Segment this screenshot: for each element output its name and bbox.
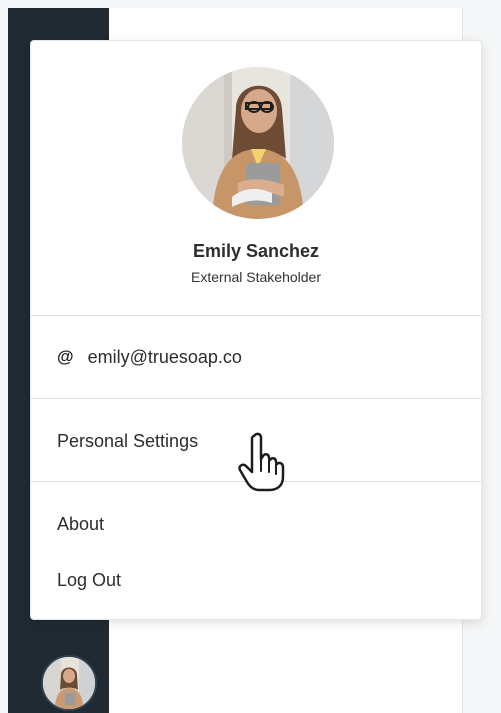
email-row: @ emily@truesoap.co — [31, 333, 481, 381]
user-name: Emily Sanchez — [192, 241, 320, 261]
logout-menu-item[interactable]: Log Out — [31, 556, 481, 604]
about-label: About — [57, 513, 105, 534]
profile-header: Emily Sanchez External Stakeholder — [31, 41, 481, 316]
profile-avatar — [182, 67, 334, 219]
about-menu-item[interactable]: About — [31, 500, 481, 548]
user-email: emily@truesoap.co — [87, 346, 242, 367]
user-role: External Stakeholder — [191, 269, 321, 285]
at-icon: @ — [57, 347, 74, 366]
profile-dropdown-menu: Emily Sanchez External Stakeholder @ emi… — [30, 40, 482, 620]
app-window: Emily Sanchez External Stakeholder @ emi… — [0, 0, 501, 713]
avatar-image — [43, 657, 95, 709]
rail-user-avatar[interactable] — [41, 655, 97, 711]
divider — [31, 398, 481, 399]
personal-settings-label: Personal Settings — [57, 430, 199, 451]
divider — [31, 481, 481, 482]
personal-settings-menu-item[interactable]: Personal Settings — [31, 417, 481, 465]
divider — [31, 315, 481, 316]
logout-label: Log Out — [57, 569, 122, 590]
profile-photo — [182, 67, 334, 219]
